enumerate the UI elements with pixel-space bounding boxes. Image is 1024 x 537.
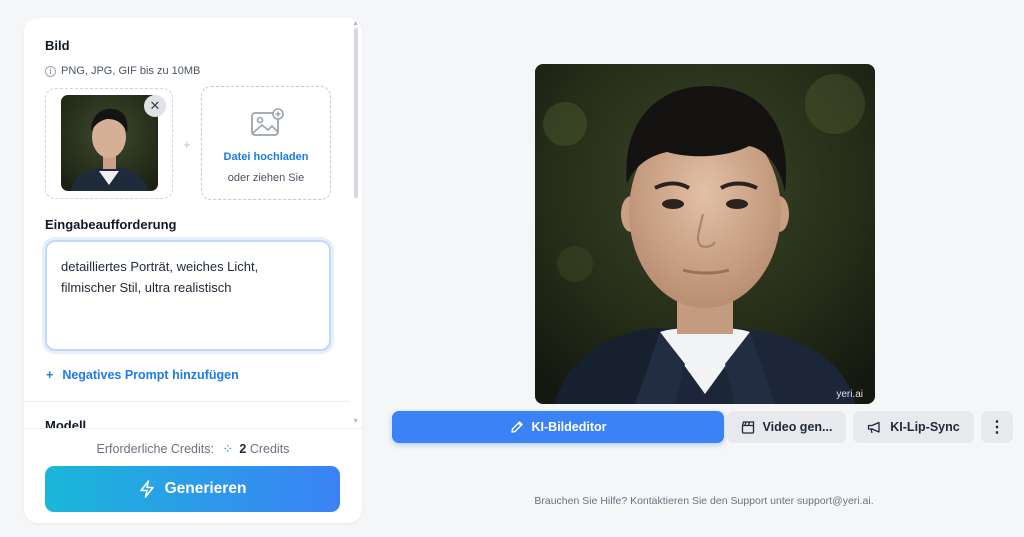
file-hint: i PNG, JPG, GIF bis zu 10MB — [45, 65, 200, 77]
prompt-textarea[interactable]: detailliertes Porträt, weiches Licht, fi… — [45, 240, 331, 351]
plus-icon: + — [46, 368, 54, 382]
ai-image-editor-label: KI-Bildeditor — [531, 420, 607, 434]
watermark: yeri.ai — [836, 389, 863, 400]
plus-separator: + — [183, 137, 191, 152]
add-negative-prompt-link[interactable]: + Negatives Prompt hinzufügen — [46, 368, 239, 382]
credits-unit: Credits — [249, 442, 290, 456]
upload-file-label: Datei hochladen — [223, 151, 309, 163]
ai-lip-sync-button[interactable]: KI-Lip-Sync — [853, 411, 974, 443]
footer-divider — [24, 428, 362, 429]
upload-dropzone[interactable]: Datei hochladen oder ziehen Sie — [201, 86, 331, 200]
video-generate-label: Video gen... — [762, 420, 833, 434]
pencil-icon — [510, 421, 523, 433]
prompt-section-title: Eingabeaufforderung — [45, 217, 177, 232]
video-generate-button[interactable]: Video gen... — [727, 411, 846, 443]
model-section-title: Modell — [45, 418, 87, 428]
scrollbar-thumb[interactable] — [354, 28, 358, 198]
uploaded-image-thumbnail — [61, 95, 158, 191]
credits-count: 2 — [239, 442, 247, 456]
file-hint-text: PNG, JPG, GIF bis zu 10MB — [61, 65, 201, 77]
generation-panel: Bild i PNG, JPG, GIF bis zu 10MB ✕ + Dat… — [24, 18, 362, 523]
info-icon: i — [45, 65, 56, 77]
image-section-title: Bild — [45, 38, 70, 53]
clapperboard-icon — [741, 420, 754, 434]
section-divider — [24, 401, 350, 402]
ai-image-editor-button[interactable]: KI-Bildeditor — [392, 411, 724, 443]
scroll-down-arrow-icon[interactable]: ▼ — [352, 418, 359, 425]
generate-button-label: Generieren — [164, 480, 247, 497]
credits-label: Erforderliche Credits: — [96, 442, 214, 456]
remove-image-button[interactable]: ✕ — [144, 95, 166, 117]
generate-button[interactable]: Generieren — [45, 466, 340, 512]
add-image-icon — [250, 108, 286, 143]
scroll-up-arrow-icon[interactable]: ▲ — [352, 20, 359, 27]
lightning-icon — [139, 480, 154, 498]
more-vertical-icon: ⋮ — [989, 419, 1005, 436]
required-credits: Erforderliche Credits: ⁘ 2 Credits — [24, 441, 362, 456]
more-options-button[interactable]: ⋮ — [981, 411, 1013, 443]
ai-lip-sync-label: KI-Lip-Sync — [890, 420, 960, 434]
drag-hint: oder ziehen Sie — [227, 172, 305, 184]
help-text: Brauchen Sie Hilfe? Kontaktieren Sie den… — [534, 495, 874, 507]
credits-icon: ⁘ — [222, 442, 233, 456]
generated-image-preview: yeri.ai — [535, 64, 875, 404]
megaphone-icon — [868, 421, 880, 433]
add-negative-prompt-label: Negatives Prompt hinzufügen — [62, 368, 239, 382]
settings-scroll-area[interactable]: Bild i PNG, JPG, GIF bis zu 10MB ✕ + Dat… — [24, 18, 362, 428]
